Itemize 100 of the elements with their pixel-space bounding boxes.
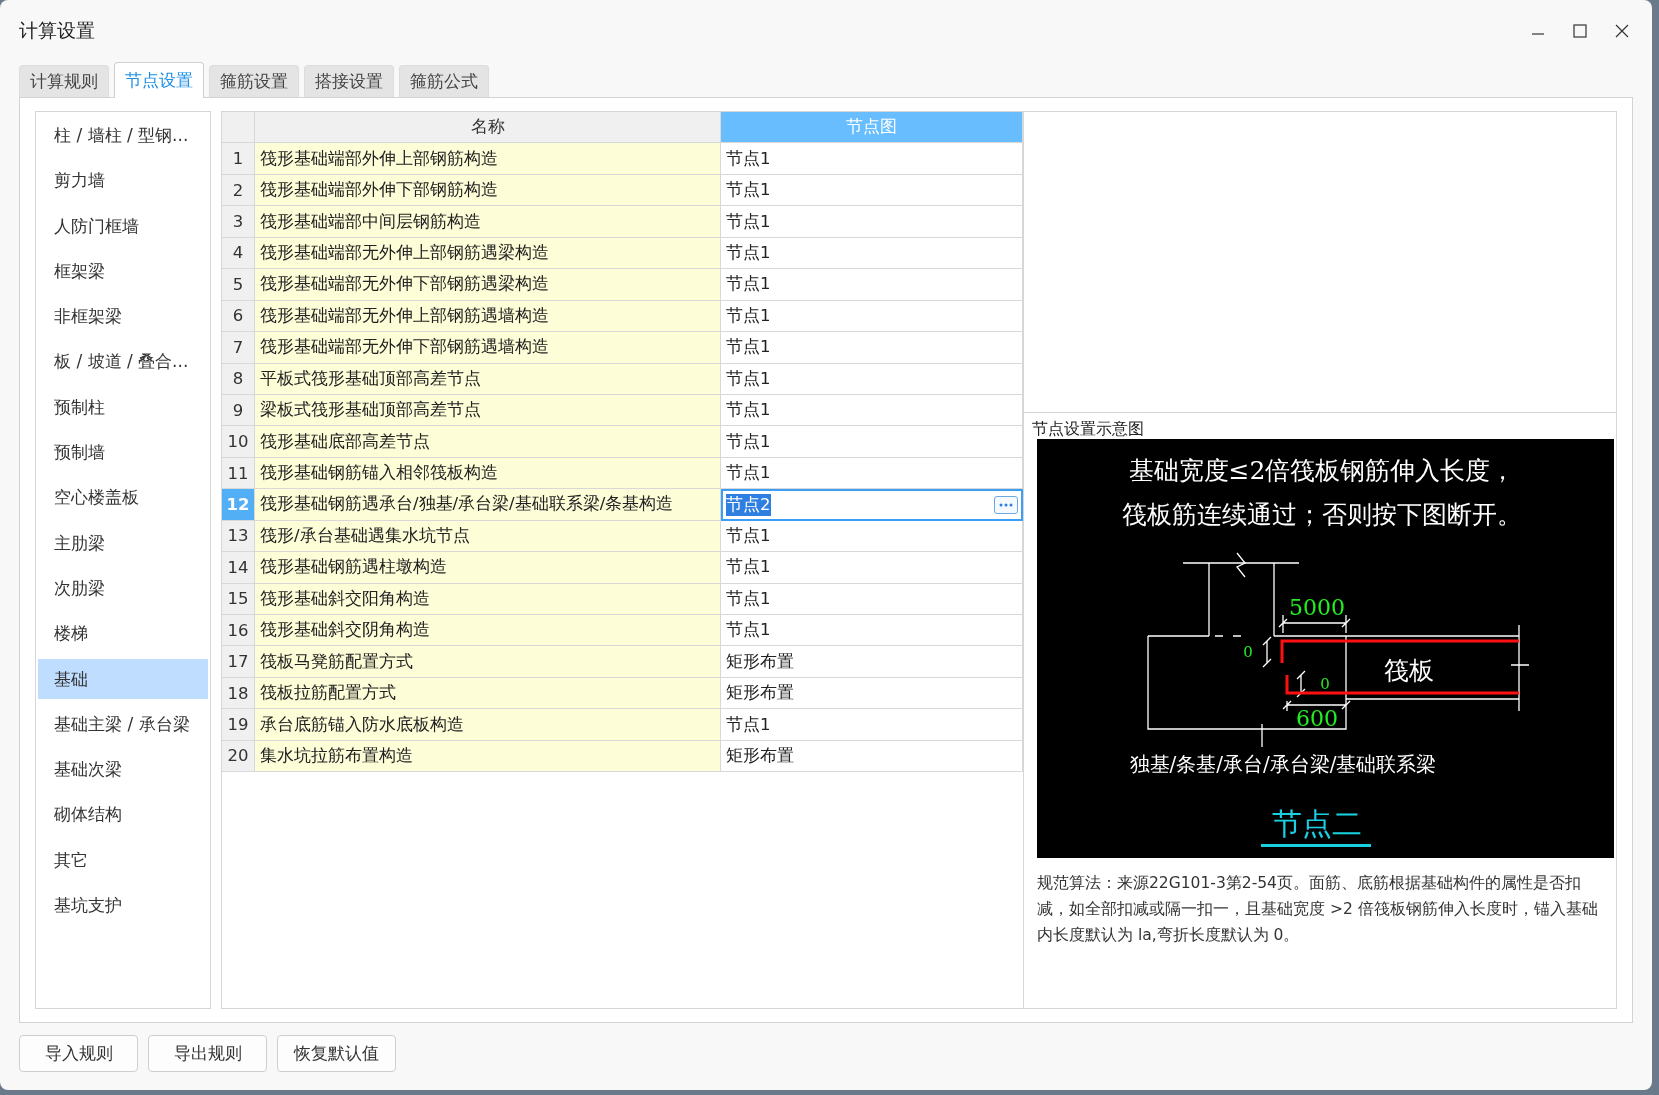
- sidebar-item[interactable]: 次肋梁: [38, 567, 208, 608]
- table-cell: 节点1: [721, 237, 1023, 270]
- table-cell: 节点1: [721, 300, 1023, 333]
- table-cell: 筏形基础端部中间层钢筋构造: [255, 206, 721, 238]
- table-cell: 集水坑拉筋布置构造: [255, 740, 721, 773]
- sidebar-item[interactable]: 基础主梁 / 承台梁: [38, 703, 208, 744]
- table-cell: 筏板马凳筋配置方式: [255, 646, 721, 678]
- row-number: 19: [222, 709, 255, 741]
- table-cell: 筏形基础底部高差节点: [255, 426, 721, 458]
- row-number: 1: [222, 143, 255, 175]
- table-cell: 筏形基础端部无外伸下部钢筋遇墙构造: [255, 332, 721, 364]
- table-cell: 筏板拉筋配置方式: [255, 677, 721, 710]
- row-number: 18: [222, 677, 255, 710]
- sidebar-item[interactable]: 框架梁: [38, 250, 208, 291]
- row-number: 6: [222, 300, 255, 333]
- cell-value: 节点2: [726, 493, 771, 516]
- table-cell: 筏形基础钢筋遇承台/独基/承台梁/基础联系梁/条基构造: [255, 489, 721, 521]
- table-cell: 节点1: [721, 143, 1023, 175]
- dimension-label: 0: [1320, 675, 1330, 693]
- table-cell: 节点1: [721, 583, 1023, 615]
- table-cell: 矩形布置: [721, 740, 1023, 773]
- table-cell: 筏形基础钢筋遇柱墩构造: [255, 552, 721, 584]
- diagram-heading: 基础宽度≤2倍筏板钢筋伸入长度，: [1128, 456, 1516, 485]
- column-header[interactable]: 名称: [255, 112, 721, 144]
- rule-description: 规范算法：来源22G101-3第2-54页。面筋、底筋根据基础构件的属性是否扣减，如全部扣减或隔一扣一，且基础宽度 >2 倍筏板钢筋伸入长度时，锚入基础内长度默认为 la,弯折长度默认为 0。: [1037, 873, 1599, 946]
- row-number: 4: [222, 237, 255, 270]
- row-number: 2: [222, 174, 255, 207]
- row-number: 3: [222, 206, 255, 238]
- ellipsis-icon: [999, 502, 1013, 507]
- diagram-caption: 节点二: [1272, 806, 1362, 841]
- table-cell: 筏形基础端部无外伸上部钢筋遇墙构造: [255, 300, 721, 333]
- footer-button[interactable]: 导出规则: [148, 1035, 267, 1072]
- table-cell: 矩形布置: [721, 646, 1023, 678]
- sidebar-item[interactable]: 楼梯: [38, 613, 208, 654]
- sidebar-item[interactable]: 预制柱: [38, 386, 208, 427]
- dimension-label: 5000: [1289, 595, 1345, 620]
- ellipsis-button[interactable]: [994, 495, 1018, 514]
- preview-title: 节点设置示意图: [1031, 419, 1145, 439]
- sidebar-item[interactable]: 剪力墙: [38, 160, 208, 201]
- table-cell: 节点1: [721, 174, 1023, 207]
- table-cell: 节点1: [721, 426, 1023, 458]
- sidebar-item[interactable]: 其它: [38, 839, 208, 880]
- table-cell: 梁板式筏形基础顶部高差节点: [255, 394, 721, 427]
- sidebar-item[interactable]: 预制墙: [38, 432, 208, 473]
- window-title: 计算设置: [19, 18, 96, 43]
- row-number: 9: [222, 394, 255, 427]
- base-label: 独基/条基/承台/承台梁/基础联系梁: [1129, 752, 1437, 776]
- table-cell: 节点1: [721, 615, 1023, 647]
- slab-label: 筏板: [1384, 656, 1434, 685]
- table-cell: 节点1: [721, 520, 1023, 553]
- table-cell: 节点1: [721, 457, 1023, 490]
- row-number: 5: [222, 269, 255, 301]
- sidebar-item[interactable]: 砌体结构: [38, 794, 208, 835]
- dimension-label: 600: [1296, 706, 1338, 731]
- table-cell: 筏形基础斜交阳角构造: [255, 583, 721, 615]
- sidebar-item[interactable]: 基础次梁: [38, 749, 208, 790]
- row-number: 13: [222, 520, 255, 553]
- footer-button[interactable]: 恢复默认值: [277, 1035, 396, 1072]
- sidebar-item[interactable]: 板 / 坡道 / 叠合...: [38, 341, 208, 382]
- table-cell: 矩形布置: [721, 677, 1023, 710]
- table-cell: 节点1: [721, 363, 1023, 395]
- table-cell: 节点1: [721, 206, 1023, 238]
- row-number: 7: [222, 332, 255, 364]
- tab[interactable]: 计算规则: [19, 65, 109, 97]
- table-cell: 节点1: [721, 269, 1023, 301]
- sidebar-item[interactable]: 非框架梁: [38, 296, 208, 337]
- tab[interactable]: 箍筋公式: [399, 65, 489, 97]
- table-cell: 平板式筏形基础顶部高差节点: [255, 363, 721, 395]
- row-number: 8: [222, 363, 255, 395]
- row-number: 15: [222, 583, 255, 615]
- table-cell: 筏形/承台基础遇集水坑节点: [255, 520, 721, 553]
- table-cell: 筏形基础端部外伸下部钢筋构造: [255, 174, 721, 207]
- table-cell: 节点1: [721, 709, 1023, 741]
- row-number: 16: [222, 615, 255, 647]
- table-cell: 节点1: [721, 394, 1023, 427]
- table-cell: 节点1: [721, 552, 1023, 584]
- table-cell: 筏形基础斜交阴角构造: [255, 615, 721, 647]
- row-number: 14: [222, 552, 255, 584]
- row-number: 10: [222, 426, 255, 458]
- sidebar-item[interactable]: 主肋梁: [38, 522, 208, 563]
- sidebar-item[interactable]: 基础: [38, 658, 208, 699]
- tab[interactable]: 节点设置: [114, 62, 204, 98]
- table-cell: 承台底筋锚入防水底板构造: [255, 709, 721, 741]
- tab[interactable]: 搭接设置: [304, 65, 394, 97]
- row-number: 11: [222, 457, 255, 490]
- row-number: 17: [222, 646, 255, 678]
- sidebar-item[interactable]: 人防门框墙: [38, 205, 208, 246]
- table-cell: 筏形基础端部无外伸下部钢筋遇梁构造: [255, 269, 721, 301]
- row-number: 20: [222, 740, 255, 773]
- cell-editor[interactable]: 节点2: [721, 489, 1023, 521]
- row-number: 12: [222, 489, 255, 521]
- footer-button[interactable]: 导入规则: [19, 1035, 138, 1072]
- table-cell: 筏形基础钢筋锚入相邻筏板构造: [255, 457, 721, 490]
- table-cell: 筏形基础端部无外伸上部钢筋遇梁构造: [255, 237, 721, 270]
- sidebar-item[interactable]: 基坑支护: [38, 885, 208, 926]
- diagram-heading: 筏板筋连续通过；否则按下图断开。: [1122, 500, 1522, 529]
- dimension-label: 0: [1243, 643, 1253, 661]
- tab[interactable]: 箍筋设置: [209, 65, 299, 97]
- sidebar-item[interactable]: 柱 / 墙柱 / 型钢...: [38, 115, 208, 155]
- sidebar-item[interactable]: 空心楼盖板: [38, 477, 208, 518]
